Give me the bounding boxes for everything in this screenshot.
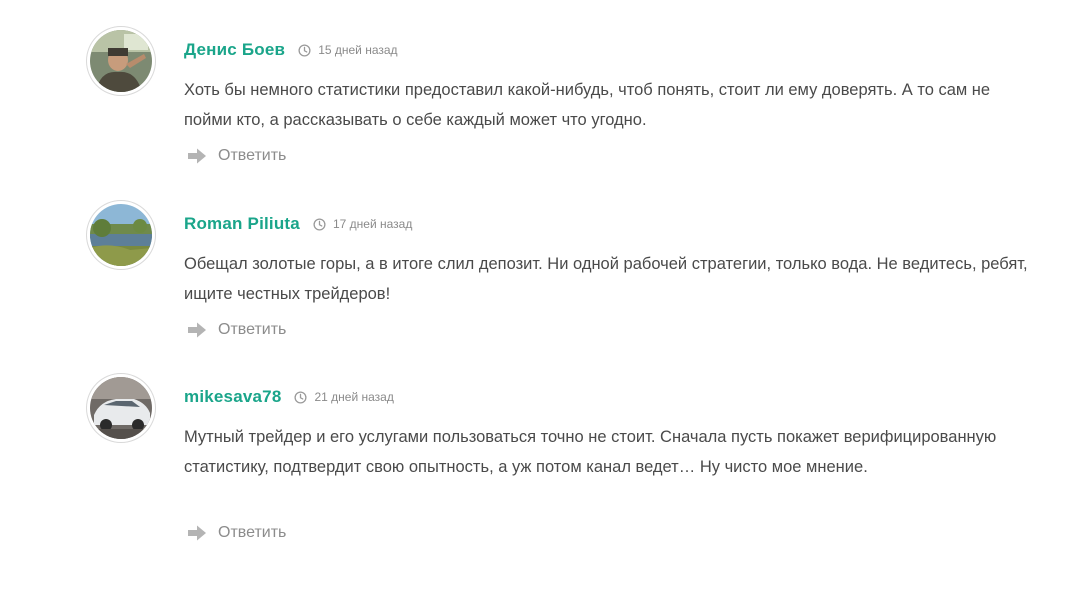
- avatar[interactable]: [87, 201, 155, 269]
- clock-icon: [298, 43, 311, 57]
- comment-text: Обещал золотые горы, а в итоге слил депо…: [184, 255, 1028, 303]
- reply-arrow-icon: [188, 148, 206, 164]
- comment-meta: Денис Боев 15 дней назад: [184, 39, 398, 61]
- reply-label: Ответить: [218, 147, 287, 164]
- author-name[interactable]: Денис Боев: [184, 40, 285, 60]
- reply-button[interactable]: Ответить: [186, 321, 286, 339]
- comment-text: Хоть бы немного статистики предоставил к…: [184, 81, 991, 129]
- clock-icon: [313, 217, 326, 231]
- author-name[interactable]: Roman Piliuta: [184, 214, 300, 234]
- comment-meta: mikesava78 21 дней назад: [184, 386, 394, 408]
- comment-date: 21 дней назад: [314, 390, 394, 404]
- comment-meta: Roman Piliuta 17 дней назад: [184, 213, 412, 235]
- reply-label: Ответить: [218, 321, 287, 338]
- comment-date: 17 дней назад: [332, 217, 413, 231]
- comment-date: 15 дней назад: [318, 43, 398, 57]
- avatar[interactable]: [87, 374, 155, 442]
- reply-arrow-icon: [188, 322, 206, 338]
- comment-text: Мутный трейдер и его услугами пользовать…: [184, 428, 997, 476]
- reply-label: Ответить: [218, 524, 287, 541]
- reply-button[interactable]: Ответить: [186, 524, 286, 542]
- author-name[interactable]: mikesava78: [184, 387, 281, 407]
- clock-icon: [294, 390, 308, 404]
- reply-arrow-icon: [188, 525, 206, 541]
- reply-button[interactable]: Ответить: [186, 147, 286, 165]
- avatar[interactable]: [87, 27, 155, 95]
